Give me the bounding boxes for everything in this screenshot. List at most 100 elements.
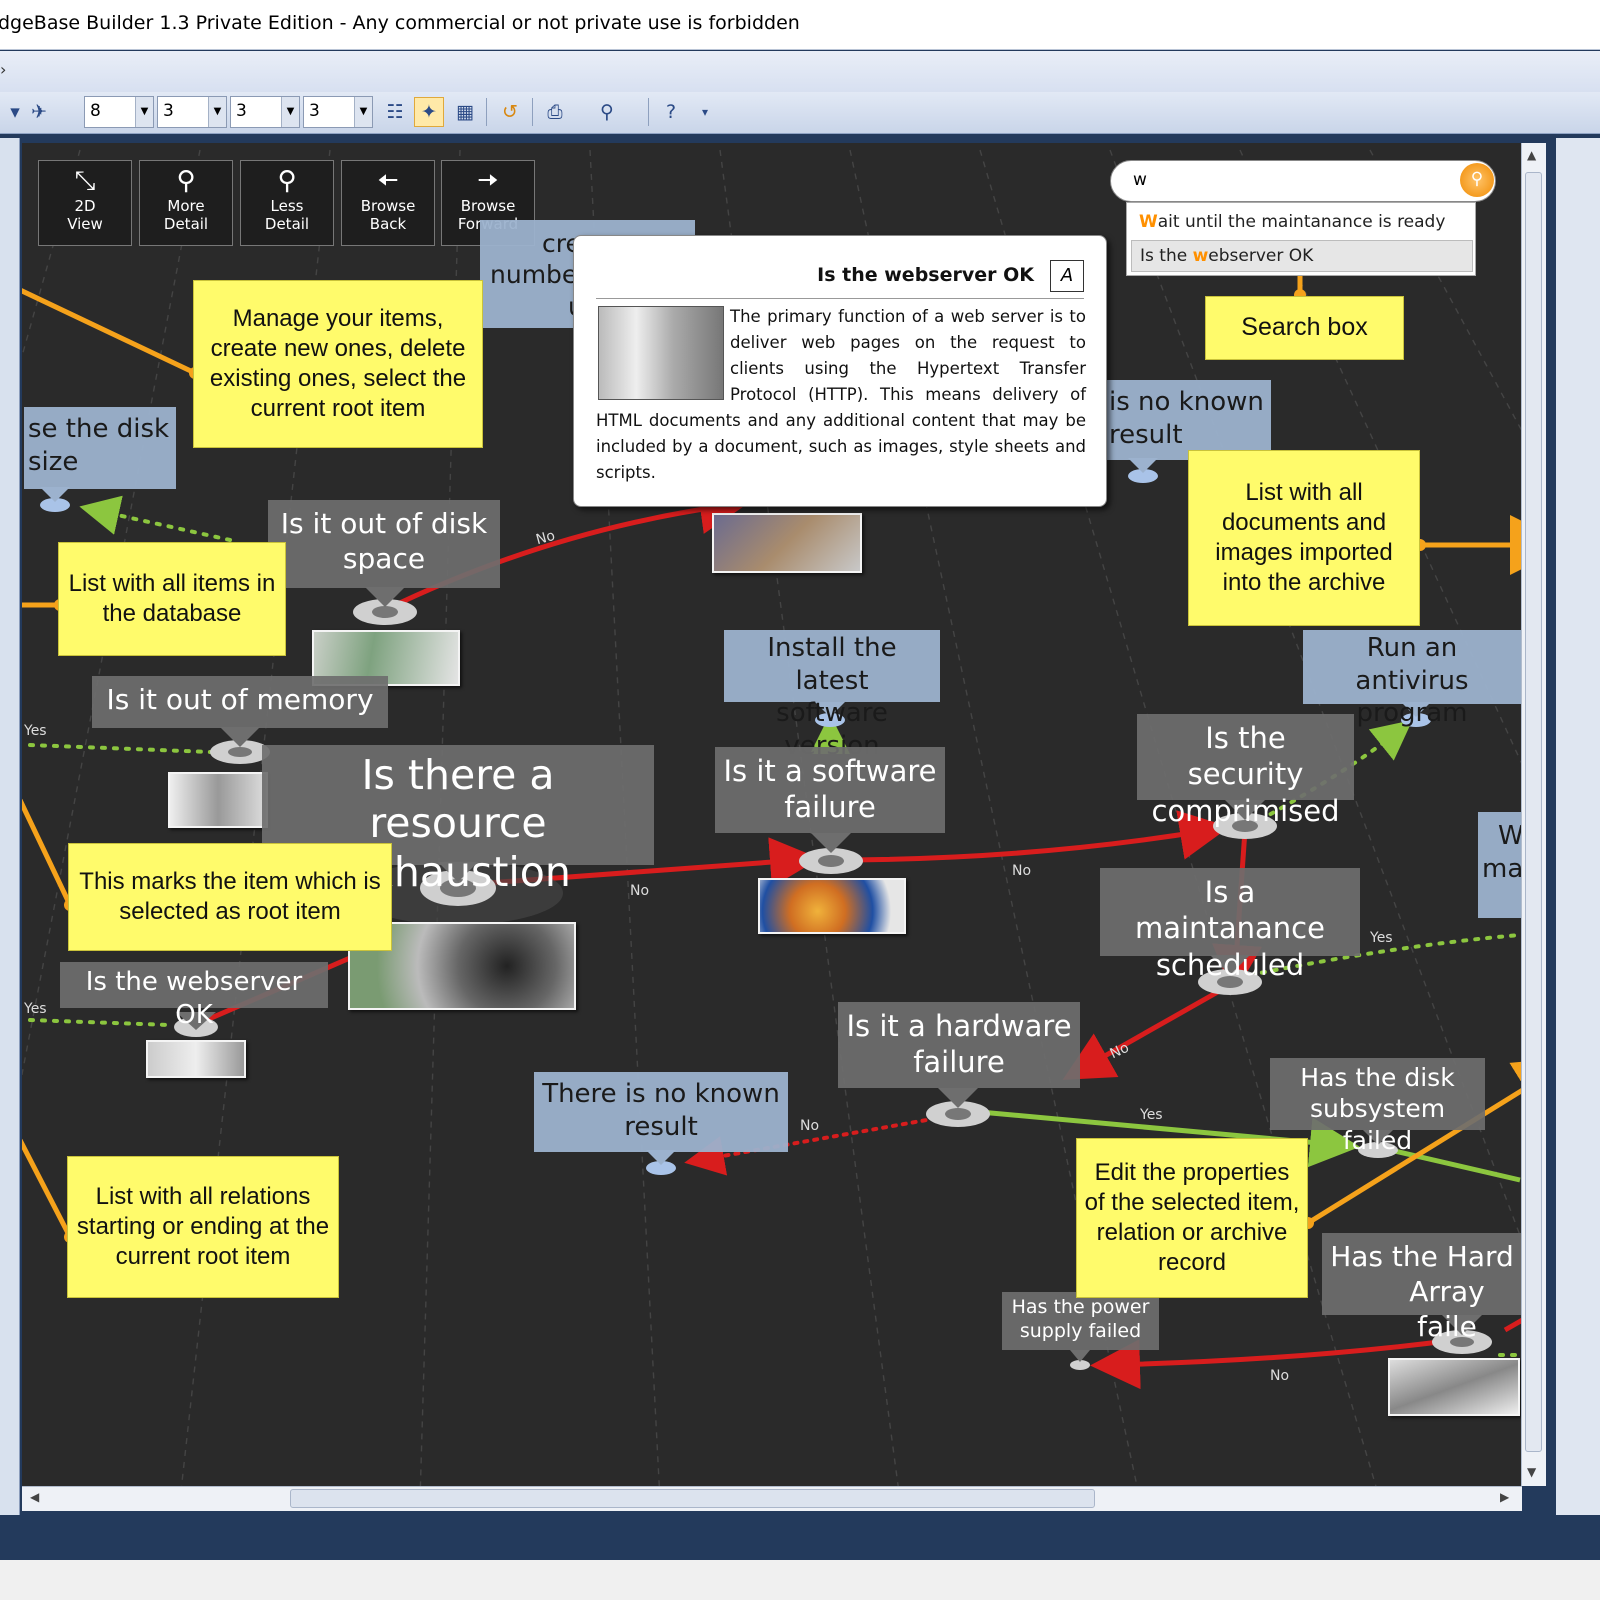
suggestion-match: w [1192, 246, 1209, 266]
node-line: Is it a hardware [846, 1009, 1072, 1043]
relation-label-no: No [1012, 863, 1032, 879]
node-line: Run an antivirus [1355, 633, 1469, 696]
node-line: Has the disk [1300, 1063, 1455, 1092]
node-software-failure[interactable]: Is it a software failure [715, 747, 945, 833]
browse-forward-label-1: Browse [460, 197, 516, 215]
2d-view-label-1: 2D [74, 197, 96, 215]
node-line: supply failed [1019, 1319, 1142, 1342]
node-line: result [1109, 419, 1183, 450]
node-line: W [1498, 821, 1524, 851]
node-line: There is no known [542, 1079, 780, 1109]
node-line: Is it out of memory [106, 683, 374, 716]
node-line: space [342, 542, 426, 575]
node-line: result [624, 1111, 698, 1142]
callout-manage-items: Manage your items, create new ones, dele… [193, 280, 483, 448]
less-detail-button[interactable]: ⚲ Less Detail [240, 160, 334, 246]
node-line: ma [1482, 853, 1524, 884]
suggestion-item-selected[interactable]: Is the webserver OK [1131, 240, 1473, 272]
callout-items-list: List with all items in the database [58, 542, 286, 656]
more-detail-button[interactable]: ⚲ More Detail [139, 160, 233, 246]
node-hardware-failure[interactable]: Is it a hardware failure [838, 1002, 1080, 1088]
more-detail-label-2: Detail [163, 215, 209, 233]
search-suggestions: Wait until the maintanance is ready Is t… [1126, 202, 1476, 276]
less-detail-label-2: Detail [264, 215, 310, 233]
2d-view-icon: ⤡ [74, 166, 96, 196]
node-disk-subsystem[interactable]: Has the disk subsystem failed [1270, 1058, 1485, 1155]
node-webserver-ok[interactable]: Is the webserver OK [60, 962, 328, 1030]
node-line: Is a maintanance [1135, 875, 1325, 946]
more-detail-label-1: More [167, 197, 205, 215]
arrow-right-icon: 🠦 [477, 166, 499, 196]
node-line: size [28, 446, 79, 477]
arrow-left-icon: 🠤 [377, 166, 399, 196]
bottom-bar [0, 1560, 1600, 1600]
relation-label-no: No [1270, 1368, 1290, 1384]
thumbnail-image[interactable] [712, 513, 862, 573]
font-properties-icon[interactable]: A [1050, 260, 1084, 292]
node-run-antivirus[interactable]: Run an antivirus program [1303, 630, 1521, 728]
suggestion-match: W [1139, 212, 1158, 232]
node-line: Array faile [1409, 1275, 1485, 1343]
search-input[interactable] [1110, 160, 1496, 202]
node-line: Has the power [1011, 1296, 1150, 1318]
suggestion-text: Is the [1140, 246, 1193, 266]
relation-label-yes: Yes [24, 723, 47, 739]
browse-back-button[interactable]: 🠤 Browse Back [341, 160, 435, 246]
scroll-down-icon[interactable]: ▼ [1527, 1465, 1536, 1479]
relation-label-no: No [800, 1118, 820, 1134]
scroll-right-icon[interactable]: ▶ [1500, 1490, 1509, 1504]
search-input-value: w [1133, 170, 1147, 190]
2d-view-button[interactable]: ⤡ 2D View [38, 160, 132, 246]
relation-label-yes: Yes [24, 1001, 47, 1017]
thumbnail-image[interactable] [168, 772, 268, 828]
node-power-supply[interactable]: Has the power supply failed [1002, 1292, 1159, 1350]
node-line: Is the webserver OK [85, 967, 303, 1030]
popup-title: Is the webserver OK [817, 264, 1034, 286]
node-hard-array[interactable]: Has the Hard Array faile [1322, 1233, 1522, 1343]
node-line: Is it out of disk [280, 507, 488, 540]
vertical-scroll-thumb[interactable] [1525, 172, 1542, 1452]
node-line: se the disk [28, 414, 170, 444]
node-line: is no known [1109, 387, 1264, 417]
node-line: failure [913, 1045, 1005, 1080]
status-bar [0, 1515, 1600, 1560]
2d-view-label-2: View [67, 215, 103, 233]
node-maintanance-scheduled[interactable]: Is a maintanance scheduled [1100, 868, 1360, 982]
zoom-out-icon: ⚲ [277, 166, 297, 196]
suggestion-text: OK [1288, 246, 1314, 266]
thumbnail-image[interactable] [146, 1040, 246, 1078]
node-line: comprimised [1151, 793, 1340, 828]
node-no-known-result[interactable]: There is no known result [534, 1072, 788, 1152]
node-line: Install the latest [767, 633, 897, 696]
zoom-in-icon: ⚲ [176, 166, 196, 196]
node-line: Is there a resource [361, 751, 555, 848]
search-icon[interactable]: ⚲ [1460, 163, 1494, 197]
node-no-known-result-top[interactable]: is no known result [1107, 380, 1271, 460]
popup-divider [596, 298, 1084, 299]
node-out-of-disk-space[interactable]: Is it out of disk space [268, 500, 500, 588]
node-wait-partial[interactable]: W ma [1478, 812, 1524, 918]
node-security-comprimised[interactable]: Is the security comprimised [1137, 714, 1354, 828]
node-disk-size[interactable]: se the disk size [24, 407, 176, 489]
suggestion-item[interactable]: Wait until the maintanance is ready [1131, 207, 1473, 239]
horizontal-scroll-thumb[interactable] [290, 1489, 1095, 1508]
node-out-of-memory[interactable]: Is it out of memory [92, 676, 388, 728]
node-line: scheduled [1155, 947, 1305, 982]
callout-properties: Edit the properties of the selected item… [1076, 1138, 1308, 1298]
suggestion-text: aintanance is ready [1277, 212, 1446, 232]
item-tooltip-popup: Is the webserver OK A The primary functi… [573, 235, 1107, 507]
callout-relations-list: List with all relations starting or endi… [67, 1156, 339, 1298]
relation-label-yes: Yes [1370, 930, 1393, 946]
callout-documents: List with all documents and images impor… [1188, 450, 1420, 626]
scroll-left-icon[interactable]: ◀ [30, 1490, 39, 1504]
node-line: Has the Hard [1330, 1240, 1514, 1273]
node-line: failure [784, 790, 876, 825]
suggestion-text: ait until the m [1157, 212, 1278, 232]
thumbnail-image[interactable] [1388, 1358, 1520, 1416]
callout-search-box: Search box [1205, 296, 1404, 360]
suggestion-text: ebserver [1208, 246, 1289, 266]
scroll-up-icon[interactable]: ▲ [1527, 148, 1536, 162]
thumbnail-image[interactable] [758, 878, 906, 934]
node-install-latest-software[interactable]: Install the latest software version [724, 630, 940, 761]
node-line: Is the security [1187, 721, 1304, 792]
